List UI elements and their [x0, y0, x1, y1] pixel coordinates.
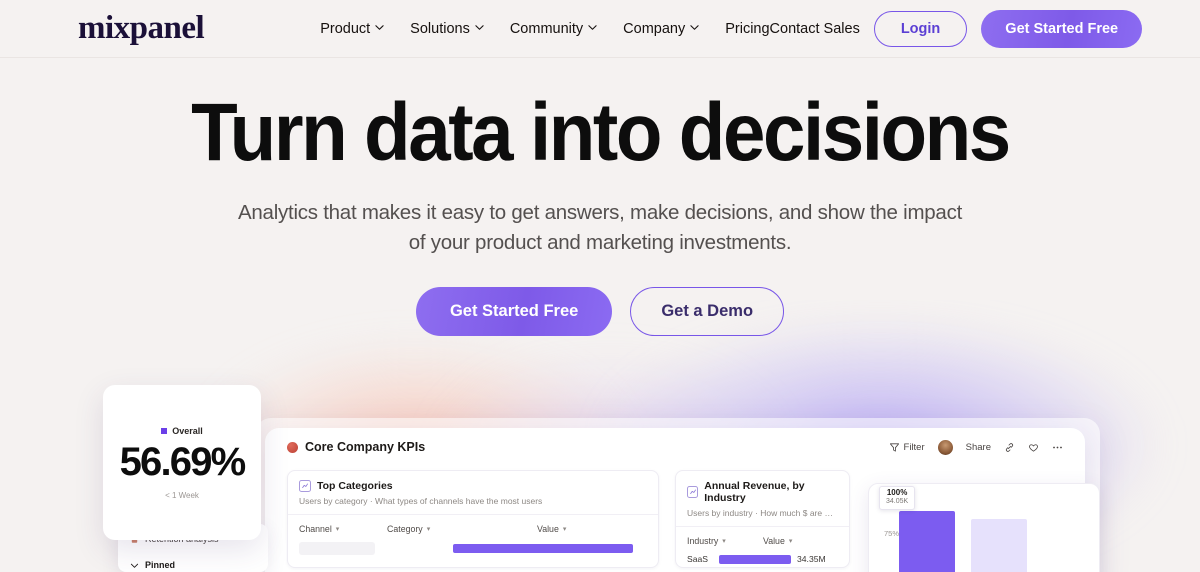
share-label: Share: [965, 441, 991, 453]
hero-get-a-demo-button[interactable]: Get a Demo: [630, 287, 785, 337]
column-header-industry[interactable]: Industry ▾: [687, 536, 763, 546]
chevron-down-icon: [130, 561, 139, 570]
hero-section: Turn data into decisions Analytics that …: [0, 58, 1200, 337]
sidebar-item-label: Pinned: [145, 560, 176, 570]
funnel-icon: [889, 442, 900, 453]
chevron-down-icon: ▾: [335, 526, 340, 533]
nav-item-company[interactable]: Company: [623, 21, 699, 37]
tooltip-percent: 100%: [886, 488, 908, 497]
column-header-value[interactable]: Value ▾: [763, 536, 792, 546]
row-channel-placeholder: [299, 542, 375, 555]
hero-subheading: Analytics that makes it easy to get answ…: [237, 201, 963, 254]
table-row[interactable]: SaaS 34.35M: [676, 551, 849, 567]
row-industry-label: SaaS: [687, 554, 709, 564]
stat-legend: Overall: [161, 426, 203, 436]
table-row[interactable]: [288, 539, 658, 558]
get-started-free-button-nav[interactable]: Get Started Free: [981, 9, 1143, 48]
target-emoji-icon: [287, 441, 298, 453]
mixpanel-logo[interactable]: mixpanel: [78, 12, 205, 45]
column-header-category[interactable]: Category ▾: [387, 524, 537, 534]
chevron-down-icon: ▾: [722, 538, 726, 545]
filter-button[interactable]: Filter: [889, 442, 925, 453]
nav-item-label: Product: [320, 20, 371, 37]
card-bar-chart[interactable]: 100% 75% 50% 100% 34.05K: [868, 483, 1100, 572]
card-title-group: Annual Revenue, by Industry: [687, 480, 838, 504]
chart-plot-area: 100% 34.05K: [869, 484, 1099, 572]
card-subtitle: Users by industry · How much $ are we co…: [687, 508, 838, 518]
landing-page: mixpanel Product Solutions Community Com…: [0, 0, 1200, 572]
chart-bar-secondary[interactable]: [971, 519, 1027, 572]
card-header: Annual Revenue, by Industry Users by ind…: [676, 471, 849, 527]
nav-item-label: Solutions: [410, 20, 470, 37]
nav-item-pricing[interactable]: Pricing: [725, 21, 769, 37]
chevron-down-icon: [475, 23, 484, 32]
chevron-down-icon: ▾: [788, 538, 793, 545]
stat-footnote: < 1 Week: [165, 490, 199, 500]
stat-legend-label: Overall: [172, 425, 203, 436]
card-title-group: Top Categories: [299, 480, 647, 492]
stat-value: 56.69%: [119, 439, 247, 484]
nav-item-product[interactable]: Product: [320, 21, 384, 37]
dashboard-toolbar: Filter Share: [889, 439, 1063, 455]
chart-card-icon: [299, 480, 311, 492]
nav-item-label: Pricing: [725, 20, 770, 37]
contact-sales-link[interactable]: Contact Sales: [770, 21, 860, 37]
heart-icon[interactable]: [1028, 442, 1039, 453]
chevron-down-icon: ▾: [562, 526, 567, 533]
column-header-value[interactable]: Value ▾: [537, 524, 566, 534]
navbar: mixpanel Product Solutions Community Com…: [0, 0, 1200, 58]
nav-links: Product Solutions Community Company Pric…: [320, 21, 769, 37]
hero-get-started-free-button[interactable]: Get Started Free: [415, 287, 613, 337]
dashboard-title-group: Core Company KPIs: [287, 440, 425, 454]
chevron-down-icon: [588, 23, 597, 32]
chart-bars: [899, 494, 1091, 572]
user-avatar[interactable]: [937, 439, 953, 455]
login-button[interactable]: Login: [873, 10, 968, 47]
chevron-down-icon: ▾: [426, 526, 431, 533]
column-label: Channel: [299, 524, 332, 534]
card-top-categories[interactable]: Top Categories Users by category · What …: [287, 470, 659, 568]
column-label: Category: [387, 524, 423, 534]
chart-card-icon: [687, 486, 699, 498]
tooltip-value: 34.05K: [886, 497, 909, 505]
dashboard-title: Core Company KPIs: [305, 440, 426, 454]
nav-item-label: Community: [509, 20, 584, 37]
card-title: Annual Revenue, by Industry: [704, 480, 805, 504]
link-icon[interactable]: [1004, 442, 1015, 453]
chevron-down-icon: [375, 23, 384, 32]
card-column-headers: Industry ▾ Value ▾: [676, 527, 849, 551]
share-button[interactable]: Share: [966, 442, 991, 453]
nav-item-label: Company: [623, 20, 686, 37]
column-label: Value: [763, 536, 785, 546]
dashboard-header: Core Company KPIs Filter Share: [265, 428, 1085, 466]
filter-label: Filter: [903, 441, 925, 453]
nav-item-community[interactable]: Community: [510, 21, 597, 37]
column-label: Value: [537, 524, 559, 534]
hero-heading: Turn data into decisions: [191, 87, 1011, 178]
card-subtitle: Users by category · What types of channe…: [299, 496, 543, 506]
card-annual-revenue[interactable]: Annual Revenue, by Industry Users by ind…: [675, 470, 850, 568]
legend-swatch-icon: [161, 427, 168, 434]
chevron-down-icon: [690, 23, 699, 32]
row-value-bar: [719, 554, 791, 564]
column-label: Industry: [687, 536, 719, 546]
row-value-bar: [453, 544, 633, 553]
sidebar-item-pinned[interactable]: Pinned: [130, 560, 256, 570]
column-header-channel[interactable]: Channel ▾: [299, 524, 387, 534]
card-header: Top Categories Users by category · What …: [288, 471, 658, 515]
card-column-headers: Channel ▾ Category ▾ Value ▾: [288, 515, 658, 539]
hero-cta-group: Get Started Free Get a Demo: [0, 287, 1200, 337]
nav-item-solutions[interactable]: Solutions: [410, 21, 484, 37]
ellipsis-icon[interactable]: [1052, 442, 1063, 453]
navbar-actions: Contact Sales Login Get Started Free: [770, 9, 1143, 48]
chart-tooltip: 100% 34.05K: [879, 486, 916, 511]
row-value-label: 34.35M: [797, 554, 826, 564]
chart-bar-primary[interactable]: [899, 511, 955, 572]
card-overall-retention[interactable]: Overall 56.69% < 1 Week: [103, 385, 261, 540]
card-title: Top Categories: [317, 480, 393, 492]
